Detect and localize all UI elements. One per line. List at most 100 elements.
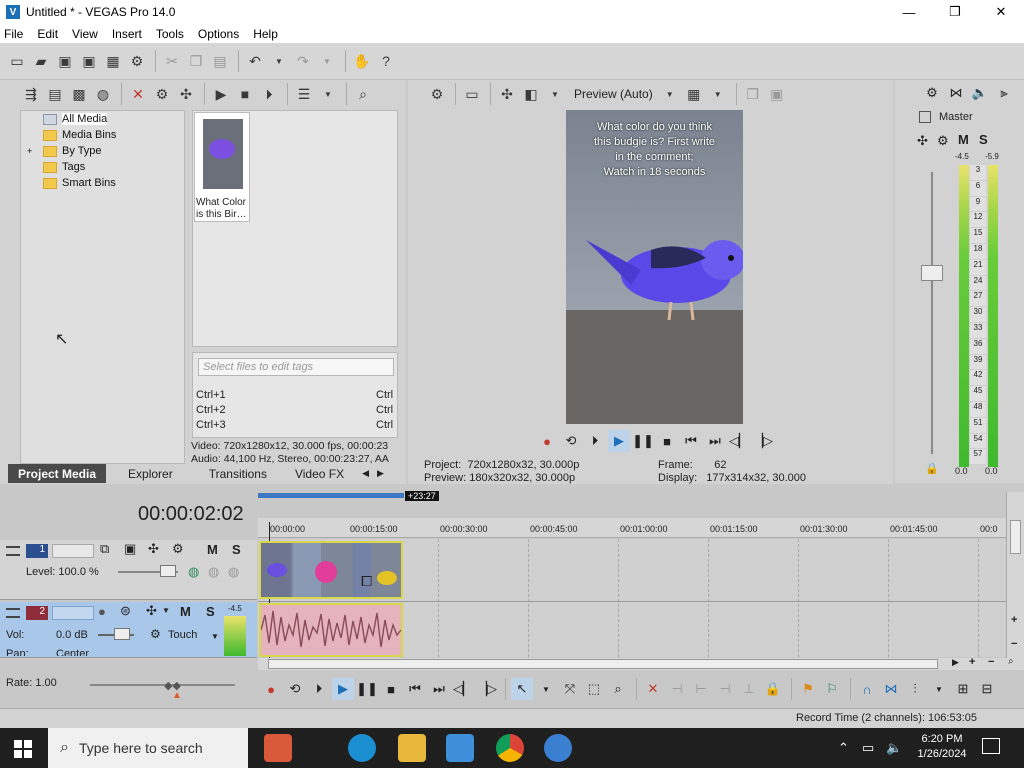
taskbar-clock[interactable]: 6:20 PM 1/26/2024 xyxy=(914,732,970,762)
redo-icon[interactable]: ↷ xyxy=(292,50,314,72)
master-volume-fader[interactable] xyxy=(921,265,943,281)
tree-item-media-bins[interactable]: Media Bins xyxy=(21,127,184,143)
trim-end-icon[interactable]: ⊣ xyxy=(714,678,736,700)
pause-icon[interactable]: ❚❚ xyxy=(632,430,654,452)
quality-dropdown-icon[interactable]: ▼ xyxy=(659,83,681,105)
plugin-icon[interactable]: ✣ xyxy=(175,83,197,105)
menu-options[interactable]: Options xyxy=(198,27,239,41)
go-to-end-icon[interactable]: ⏭ xyxy=(704,430,726,452)
zoom-out-horizontal-icon[interactable]: − xyxy=(988,656,994,668)
chrome-browser-icon[interactable] xyxy=(496,734,524,762)
previous-frame-icon[interactable]: ◁▏ xyxy=(452,678,474,700)
child-mode-icon[interactable]: ◍ xyxy=(228,564,239,580)
zoom-out-vertical-icon[interactable]: − xyxy=(1011,638,1017,650)
track-fx-icon[interactable]: ⊜ xyxy=(120,603,131,619)
lock-icon[interactable]: 🔒 xyxy=(762,678,784,700)
tree-item-tags[interactable]: Tags xyxy=(21,159,184,175)
new-icon[interactable]: ▭ xyxy=(6,50,28,72)
master-mute-button[interactable]: M xyxy=(958,132,969,147)
menu-file[interactable]: File xyxy=(4,27,23,41)
save-snapshot-icon[interactable]: ▣ xyxy=(766,83,788,105)
properties-gear-icon[interactable]: ⚙ xyxy=(126,50,148,72)
loop-playback-icon[interactable]: ⟲ xyxy=(284,678,306,700)
automation-gear-icon[interactable]: ⚙ xyxy=(150,627,161,641)
composite-mode-icon[interactable]: ◍ xyxy=(188,564,199,580)
cursor-timecode[interactable]: 00:00:02:02 xyxy=(138,503,244,526)
paste-icon[interactable]: ▤ xyxy=(209,50,231,72)
lock-icon[interactable]: 🔒 xyxy=(925,462,939,475)
envelope-tool-icon[interactable]: ⤧ xyxy=(559,678,581,700)
zoom-tool-icon[interactable]: ⌕ xyxy=(1008,656,1014,667)
web-icon[interactable]: ◍ xyxy=(92,83,114,105)
next-frame-icon[interactable]: ▕▷ xyxy=(476,678,498,700)
windows-start-icon[interactable] xyxy=(14,740,32,758)
zoom-in-horizontal-icon[interactable]: + xyxy=(969,656,975,668)
track1-mute-button[interactable]: M xyxy=(207,542,218,557)
media-thumbnail[interactable]: What Color is this Bir… xyxy=(194,112,250,222)
tree-item-all-media[interactable]: All Media xyxy=(21,111,184,127)
record-icon[interactable]: ● xyxy=(536,430,558,452)
save-as-icon[interactable]: ▣ xyxy=(78,50,100,72)
track-motion-icon[interactable]: ⧉ xyxy=(100,541,109,557)
auto-ripple-icon[interactable]: ⫶ xyxy=(904,678,926,700)
vertical-scrollbar[interactable]: + − xyxy=(1006,492,1024,658)
vegas-taskbar-icon[interactable] xyxy=(446,734,474,762)
speaker-icon[interactable]: 🔈 xyxy=(969,82,991,104)
menu-edit[interactable]: Edit xyxy=(37,27,58,41)
master-solo-button[interactable]: S xyxy=(979,132,988,147)
play-icon[interactable]: ▶ xyxy=(608,430,630,452)
capture-video-icon[interactable]: ▤ xyxy=(44,83,66,105)
play-from-start-icon[interactable]: ⏵ xyxy=(308,678,330,700)
track2-mute-button[interactable]: M xyxy=(180,604,191,619)
track-collapse-icon[interactable] xyxy=(6,546,20,556)
track2-solo-button[interactable]: S xyxy=(206,604,215,619)
save-icon[interactable]: ▣ xyxy=(54,50,76,72)
next-frame-icon[interactable]: ▕▷ xyxy=(752,430,774,452)
maximize-button[interactable]: ❐ xyxy=(932,0,978,24)
open-icon[interactable]: ▰ xyxy=(30,50,52,72)
close-button[interactable]: ✕ xyxy=(978,0,1024,24)
qbittorrent-icon[interactable] xyxy=(544,734,572,762)
delete-icon[interactable]: ✕ xyxy=(642,678,664,700)
snapping-magnet-icon[interactable]: ∩ xyxy=(856,678,878,700)
gift-widget-icon[interactable] xyxy=(264,734,292,762)
notification-center-icon[interactable] xyxy=(982,738,1000,754)
overlays-dropdown-icon[interactable]: ▼ xyxy=(707,83,729,105)
play-icon[interactable]: ▶ xyxy=(210,83,232,105)
trim-start-icon[interactable]: ⊢ xyxy=(690,678,712,700)
lock-envelopes-icon[interactable]: ⊞ xyxy=(952,678,974,700)
overlays-grid-icon[interactable]: ▦ xyxy=(683,83,705,105)
auto-crossfade-icon[interactable]: ⋈ xyxy=(880,678,902,700)
track-fx-icon[interactable]: ▣ xyxy=(124,541,136,557)
play-from-start-icon[interactable]: ⏵ xyxy=(584,430,606,452)
automation-dropdown-icon[interactable]: ▼ xyxy=(211,632,219,641)
fx-dropdown-icon[interactable]: ▼ xyxy=(162,606,170,615)
crop-icon[interactable]: ⧠ xyxy=(361,573,372,590)
undo-icon[interactable]: ↶ xyxy=(244,50,266,72)
compositing-icon[interactable]: ✣ xyxy=(148,541,159,557)
mixer-gear-icon[interactable]: ⚙ xyxy=(921,82,943,104)
views-dropdown-icon[interactable]: ▼ xyxy=(317,83,339,105)
menu-view[interactable]: View xyxy=(72,27,98,41)
preview-properties-gear-icon[interactable]: ⚙ xyxy=(426,83,448,105)
track1-solo-button[interactable]: S xyxy=(232,542,241,557)
tab-project-media[interactable]: Project Media xyxy=(8,464,107,483)
automation-mode[interactable]: Touch xyxy=(168,629,197,641)
loop-icon[interactable]: ⟲ xyxy=(560,430,582,452)
master-gear-icon[interactable]: ⚙ xyxy=(937,133,949,149)
tab-video-fx[interactable]: Video FX xyxy=(281,464,358,483)
audio-event-clip[interactable] xyxy=(259,603,403,657)
mixer-sliders-icon[interactable]: ⫸ xyxy=(993,82,1015,104)
menu-insert[interactable]: Insert xyxy=(112,27,142,41)
record-icon[interactable]: ● xyxy=(260,678,282,700)
pause-icon[interactable]: ❚❚ xyxy=(356,678,378,700)
go-to-start-icon[interactable]: ⏮ xyxy=(404,678,426,700)
tray-chevron-icon[interactable]: ⌃ xyxy=(838,740,849,756)
track-name-field[interactable] xyxy=(52,544,94,558)
ignore-grouping-icon[interactable]: ⊟ xyxy=(976,678,998,700)
selection-tool-icon[interactable]: ⬚ xyxy=(583,678,605,700)
taskbar-search-box[interactable]: ⌕ Type here to search xyxy=(48,728,248,768)
video-fx-icon[interactable]: ✣ xyxy=(496,83,518,105)
horizontal-scrollbar[interactable]: ▶ + − ⌕ xyxy=(258,656,1024,670)
go-to-start-icon[interactable]: ⏮ xyxy=(680,430,702,452)
